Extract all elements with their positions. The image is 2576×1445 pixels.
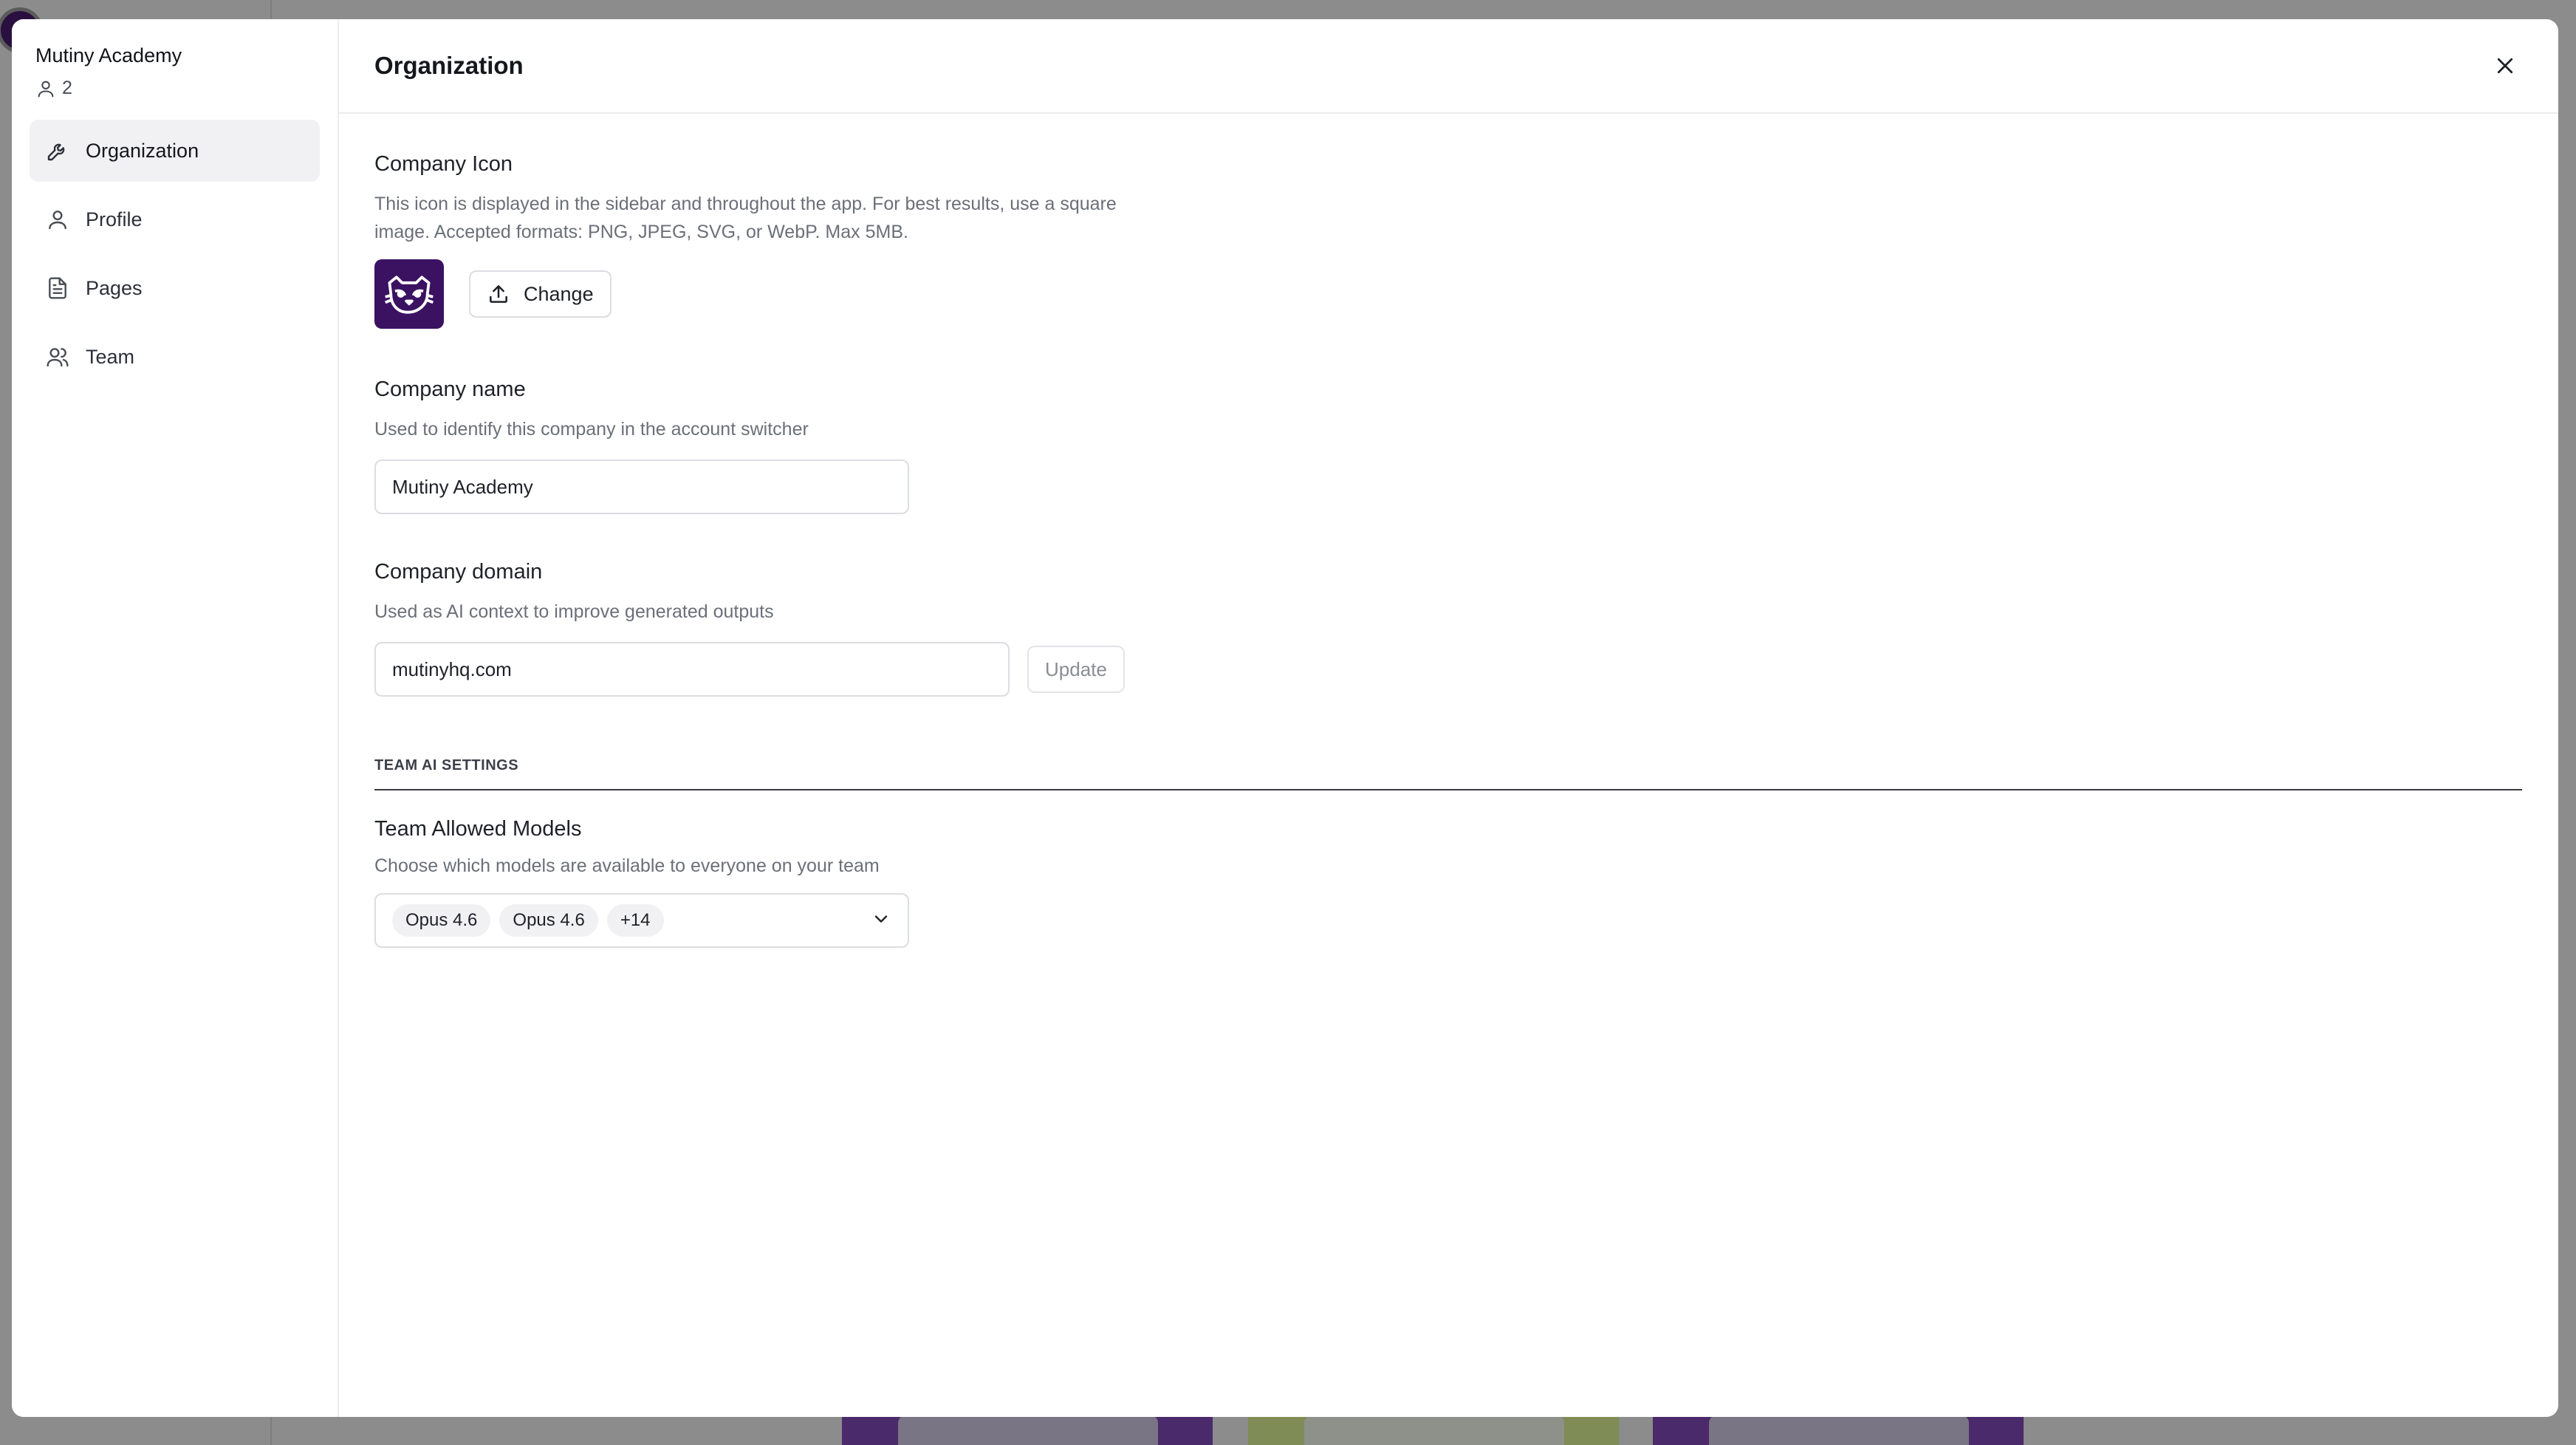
settings-content: Company Icon This icon is displayed in t… xyxy=(339,114,2558,948)
settings-nav: Organization Profile Pages Team xyxy=(30,120,320,388)
sidebar-item-pages[interactable]: Pages xyxy=(30,257,320,319)
close-button[interactable] xyxy=(2487,48,2523,83)
user-icon xyxy=(38,81,54,98)
company-name-description: Used to identify this company in the acc… xyxy=(374,419,809,440)
team-models-section: Team Allowed Models Choose which models … xyxy=(374,817,2523,948)
company-domain-section: Company domain Used as AI context to imp… xyxy=(374,560,2523,697)
company-domain-row: mutinyhq.com Update xyxy=(374,642,2523,697)
company-domain-input[interactable]: mutinyhq.com xyxy=(374,642,1010,697)
raccoon-logo-icon xyxy=(384,276,434,314)
model-chip: Opus 4.6 xyxy=(499,904,598,937)
sidebar-item-label: Pages xyxy=(86,276,143,299)
member-count: 2 xyxy=(35,78,320,99)
settings-modal: Mutiny Academy 2 Organization Profile Pa… xyxy=(12,19,2558,1417)
wrench-icon xyxy=(47,143,65,161)
section-divider xyxy=(374,789,2522,790)
company-name-title: Company name xyxy=(374,378,526,401)
sidebar-item-organization[interactable]: Organization xyxy=(30,120,320,182)
model-chips: Opus 4.6 Opus 4.6 +14 xyxy=(392,904,664,937)
update-domain-button[interactable]: Update xyxy=(1027,646,1125,693)
sidebar-item-label: Profile xyxy=(86,208,143,230)
background-tile xyxy=(1653,1415,2024,1445)
document-icon xyxy=(49,277,66,299)
user-icon xyxy=(49,211,66,230)
change-button-label: Change xyxy=(524,282,594,305)
company-name-section: Company name Used to identify this compa… xyxy=(374,378,2523,514)
company-domain-title: Company domain xyxy=(374,560,543,584)
upload-icon xyxy=(490,285,507,303)
company-icon-description: This icon is displayed in the sidebar an… xyxy=(374,194,1117,242)
company-domain-description: Used as AI context to improve generated … xyxy=(374,601,774,622)
team-models-title: Team Allowed Models xyxy=(374,817,582,841)
page-title: Organization xyxy=(374,52,524,79)
org-name: Mutiny Academy xyxy=(35,44,182,66)
team-models-description: Choose which models are available to eve… xyxy=(374,855,880,876)
model-chip: Opus 4.6 xyxy=(392,904,491,937)
section-label: TEAM AI SETTINGS xyxy=(374,757,519,773)
company-logo xyxy=(374,259,444,329)
member-count-value: 2 xyxy=(62,78,72,98)
settings-main: Organization Company Icon This icon is d… xyxy=(339,19,2558,1417)
team-ai-settings-section: TEAM AI SETTINGS xyxy=(374,757,2523,790)
company-name-input[interactable]: Mutiny Academy xyxy=(374,460,909,514)
sidebar-item-team[interactable]: Team xyxy=(30,326,320,388)
sidebar-item-label: Team xyxy=(86,345,135,368)
company-icon-title: Company Icon xyxy=(374,152,513,176)
chevron-down-icon xyxy=(871,909,891,933)
company-icon-row: Change xyxy=(374,259,2523,329)
company-icon-section: Company Icon This icon is displayed in t… xyxy=(374,152,2523,329)
background-tile xyxy=(842,1415,1213,1445)
background-tile xyxy=(1248,1415,1619,1445)
users-icon xyxy=(47,348,69,367)
team-models-select[interactable]: Opus 4.6 Opus 4.6 +14 xyxy=(374,893,909,948)
close-icon xyxy=(2497,58,2513,74)
sidebar-item-profile[interactable]: Profile xyxy=(30,188,320,250)
more-models-chip: +14 xyxy=(606,904,664,937)
modal-header: Organization xyxy=(339,19,2558,114)
sidebar-item-label: Organization xyxy=(86,139,199,162)
change-icon-button[interactable]: Change xyxy=(469,270,612,318)
settings-sidebar: Mutiny Academy 2 Organization Profile Pa… xyxy=(12,19,339,1417)
